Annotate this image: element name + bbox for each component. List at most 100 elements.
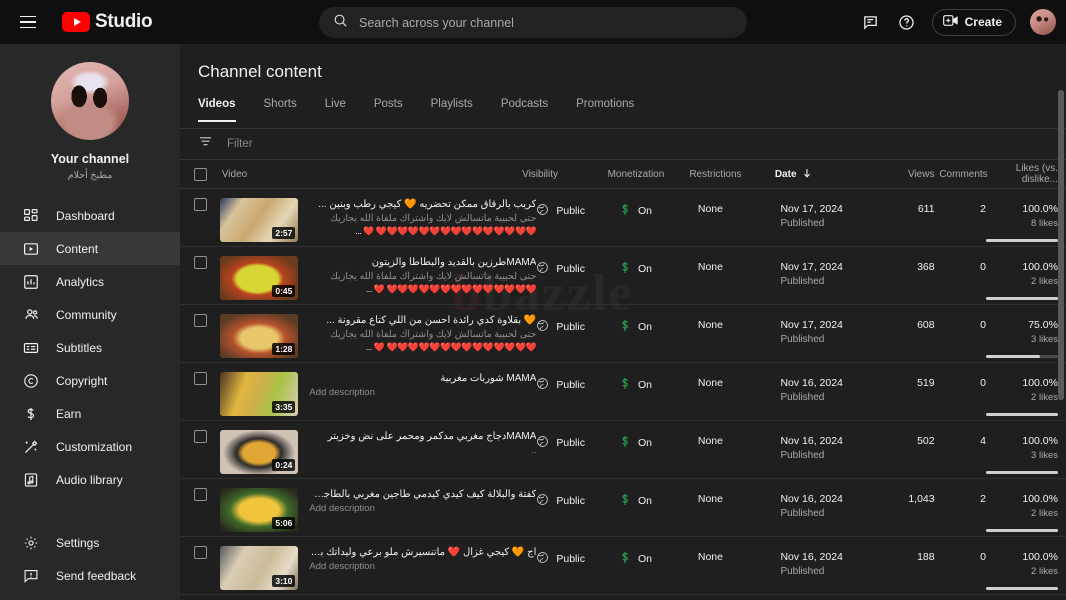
monetization-cell[interactable]: On bbox=[619, 372, 698, 393]
row-checkbox[interactable] bbox=[193, 314, 207, 327]
search-input[interactable] bbox=[359, 15, 733, 30]
video-description[interactable]: حتى لحبيبة ماتسالش لايك واشتراك ملفاة ال… bbox=[309, 270, 536, 283]
row-checkbox[interactable] bbox=[193, 430, 207, 443]
video-thumbnail[interactable]: 1:28 bbox=[220, 314, 299, 358]
video-thumbnail[interactable]: 0:24 bbox=[220, 430, 299, 474]
add-description-link[interactable]: Add description bbox=[309, 502, 536, 515]
video-description[interactable]: .. bbox=[309, 444, 536, 457]
likes-ratio-bar bbox=[985, 355, 1058, 358]
channel-avatar[interactable] bbox=[51, 62, 129, 140]
restrictions-cell[interactable]: None bbox=[698, 198, 781, 215]
visibility-cell[interactable]: Public bbox=[536, 256, 619, 277]
sidebar-item-subtitles[interactable]: Subtitles bbox=[0, 331, 180, 364]
video-title[interactable]: اج 🧡 كيجي غزال ❤️ ماتنسيرش ملو برعي وليد… bbox=[309, 546, 536, 560]
monetization-cell[interactable]: On bbox=[619, 314, 698, 335]
column-header-likes[interactable]: Likes (vs. dislike... bbox=[988, 163, 1066, 185]
restrictions-cell[interactable]: None bbox=[698, 314, 781, 331]
video-description[interactable]: حتى لحبيبة ماتسالش لايك واشتراك ملفاة ال… bbox=[309, 212, 536, 225]
table-row[interactable]: 0:24 MAMAدجاج مغربي مدكمر ومحمر على نض وخ… bbox=[180, 421, 1066, 479]
table-row[interactable]: 0:45 MAMAطرزين بالقديد والبطاطا والزيتون ح… bbox=[180, 247, 1066, 305]
column-header-date[interactable]: Date bbox=[775, 168, 881, 181]
visibility-cell[interactable]: Public bbox=[536, 198, 619, 219]
monetization-cell[interactable]: On bbox=[619, 256, 698, 277]
video-title[interactable]: كفتة والبلالة كيف كيدي كيدمي طاجين مغربي… bbox=[309, 488, 536, 502]
restrictions-cell[interactable]: None bbox=[698, 372, 781, 389]
monetization-cell[interactable]: On bbox=[619, 488, 698, 509]
hamburger-icon[interactable] bbox=[8, 2, 48, 42]
tab-posts[interactable]: Posts bbox=[360, 98, 417, 121]
video-thumbnail[interactable]: 3:10 bbox=[220, 546, 299, 590]
sidebar-item-analytics[interactable]: Analytics bbox=[0, 265, 180, 298]
scrollbar-thumb[interactable] bbox=[1058, 90, 1064, 400]
restrictions-cell[interactable]: None bbox=[698, 546, 781, 563]
tab-promotions[interactable]: Promotions bbox=[562, 98, 648, 121]
table-row[interactable]: 1:28 🧡 بقلاوة كدي رائدة احسن من اللي كتاع… bbox=[180, 305, 1066, 363]
tab-shorts[interactable]: Shorts bbox=[250, 98, 311, 121]
column-header-monetization[interactable]: Monetization bbox=[608, 169, 690, 180]
video-title[interactable]: 🧡 بقلاوة كدي رائدة احسن من اللي كتاع مقر… bbox=[309, 314, 536, 328]
customization-icon bbox=[22, 438, 40, 456]
comment-icon[interactable] bbox=[860, 11, 882, 33]
video-thumbnail[interactable]: 5:06 bbox=[220, 488, 299, 532]
monetization-cell[interactable]: On bbox=[619, 198, 698, 219]
video-description[interactable]: حتى لحبيبة ماتسالش لايك واشتراك ملفاة ال… bbox=[309, 328, 536, 341]
visibility-cell[interactable]: Public bbox=[536, 488, 619, 509]
restrictions-cell[interactable]: None bbox=[698, 488, 781, 505]
sidebar-item-copyright[interactable]: Copyright bbox=[0, 364, 180, 397]
row-checkbox[interactable] bbox=[193, 198, 207, 211]
row-checkbox[interactable] bbox=[193, 488, 207, 501]
monetization-cell[interactable]: On bbox=[619, 430, 698, 451]
sidebar-item-settings[interactable]: Settings bbox=[0, 526, 180, 559]
sidebar-item-audio-library[interactable]: Audio library bbox=[0, 463, 180, 496]
help-icon[interactable] bbox=[896, 11, 918, 33]
restrictions-cell[interactable]: None bbox=[698, 256, 781, 273]
restrictions-cell[interactable]: None bbox=[698, 430, 781, 447]
visibility-cell[interactable]: Public bbox=[536, 546, 619, 567]
tab-podcasts[interactable]: Podcasts bbox=[487, 98, 562, 121]
tab-playlists[interactable]: Playlists bbox=[417, 98, 487, 121]
sidebar-item-customization[interactable]: Customization bbox=[0, 430, 180, 463]
column-header-visibility[interactable]: Visibility bbox=[522, 169, 608, 180]
video-thumbnail[interactable]: 3:35 bbox=[220, 372, 299, 416]
video-title[interactable]: MAMAطرزين بالقديد والبطاطا والزيتون bbox=[309, 256, 537, 270]
sidebar-item-content[interactable]: Content bbox=[0, 232, 180, 265]
sidebar-item-send-feedback[interactable]: Send feedback bbox=[0, 559, 180, 592]
video-title[interactable]: كريب بالرقاق ممكن تحضريه 🧡 كيجي رطب وبني… bbox=[309, 198, 536, 212]
tab-videos[interactable]: Videos bbox=[198, 98, 250, 122]
video-title[interactable]: MAMAدجاج مغربي مدكمر ومحمر على نض وخزيتر bbox=[309, 430, 537, 444]
search-bar[interactable] bbox=[319, 7, 747, 38]
video-title[interactable]: MAMA شوربات مغربية bbox=[309, 372, 536, 386]
add-description-link[interactable]: Add description bbox=[309, 560, 536, 573]
monetization-cell[interactable]: On bbox=[619, 546, 698, 567]
filter-input[interactable] bbox=[227, 138, 527, 150]
filter-icon[interactable] bbox=[198, 134, 213, 154]
dashboard-icon bbox=[22, 207, 40, 225]
video-thumbnail[interactable]: 2:57 bbox=[220, 198, 299, 242]
row-checkbox[interactable] bbox=[193, 372, 207, 385]
video-thumbnail[interactable]: 0:45 bbox=[220, 256, 299, 300]
visibility-cell[interactable]: Public bbox=[536, 372, 619, 393]
tab-live[interactable]: Live bbox=[311, 98, 360, 121]
column-header-video[interactable]: Video bbox=[222, 169, 522, 180]
column-header-comments[interactable]: Comments bbox=[934, 169, 987, 180]
table-row[interactable]: 5:06 كفتة والبلالة كيف كيدي كيدمي طاجين م… bbox=[180, 479, 1066, 537]
visibility-cell[interactable]: Public bbox=[536, 314, 619, 335]
studio-logo[interactable]: Studio bbox=[62, 11, 153, 33]
column-header-restrictions[interactable]: Restrictions bbox=[689, 169, 775, 180]
table-row[interactable]: 2:57 كريب بالرقاق ممكن تحضريه 🧡 كيجي رطب … bbox=[180, 189, 1066, 247]
sidebar-item-dashboard[interactable]: Dashboard bbox=[0, 199, 180, 232]
table-row[interactable]: 3:35 MAMA شوربات مغربية Add description Pub… bbox=[180, 363, 1066, 421]
table-row[interactable]: 3:10 اج 🧡 كيجي غزال ❤️ ماتنسيرش ملو برعي … bbox=[180, 537, 1066, 595]
create-button[interactable]: Create bbox=[931, 8, 1016, 36]
add-description-link[interactable]: Add description bbox=[309, 386, 536, 399]
sidebar-item-earn[interactable]: Earn bbox=[0, 397, 180, 430]
row-checkbox[interactable] bbox=[193, 256, 207, 269]
sidebar-item-community[interactable]: Community bbox=[0, 298, 180, 331]
select-all-checkbox[interactable] bbox=[194, 167, 208, 181]
row-checkbox[interactable] bbox=[193, 546, 207, 559]
account-avatar[interactable] bbox=[1030, 9, 1056, 35]
column-header-views[interactable]: Views bbox=[881, 169, 935, 180]
monetization-label: On bbox=[637, 379, 652, 391]
vertical-scrollbar[interactable] bbox=[1058, 90, 1064, 590]
visibility-cell[interactable]: Public bbox=[536, 430, 619, 451]
